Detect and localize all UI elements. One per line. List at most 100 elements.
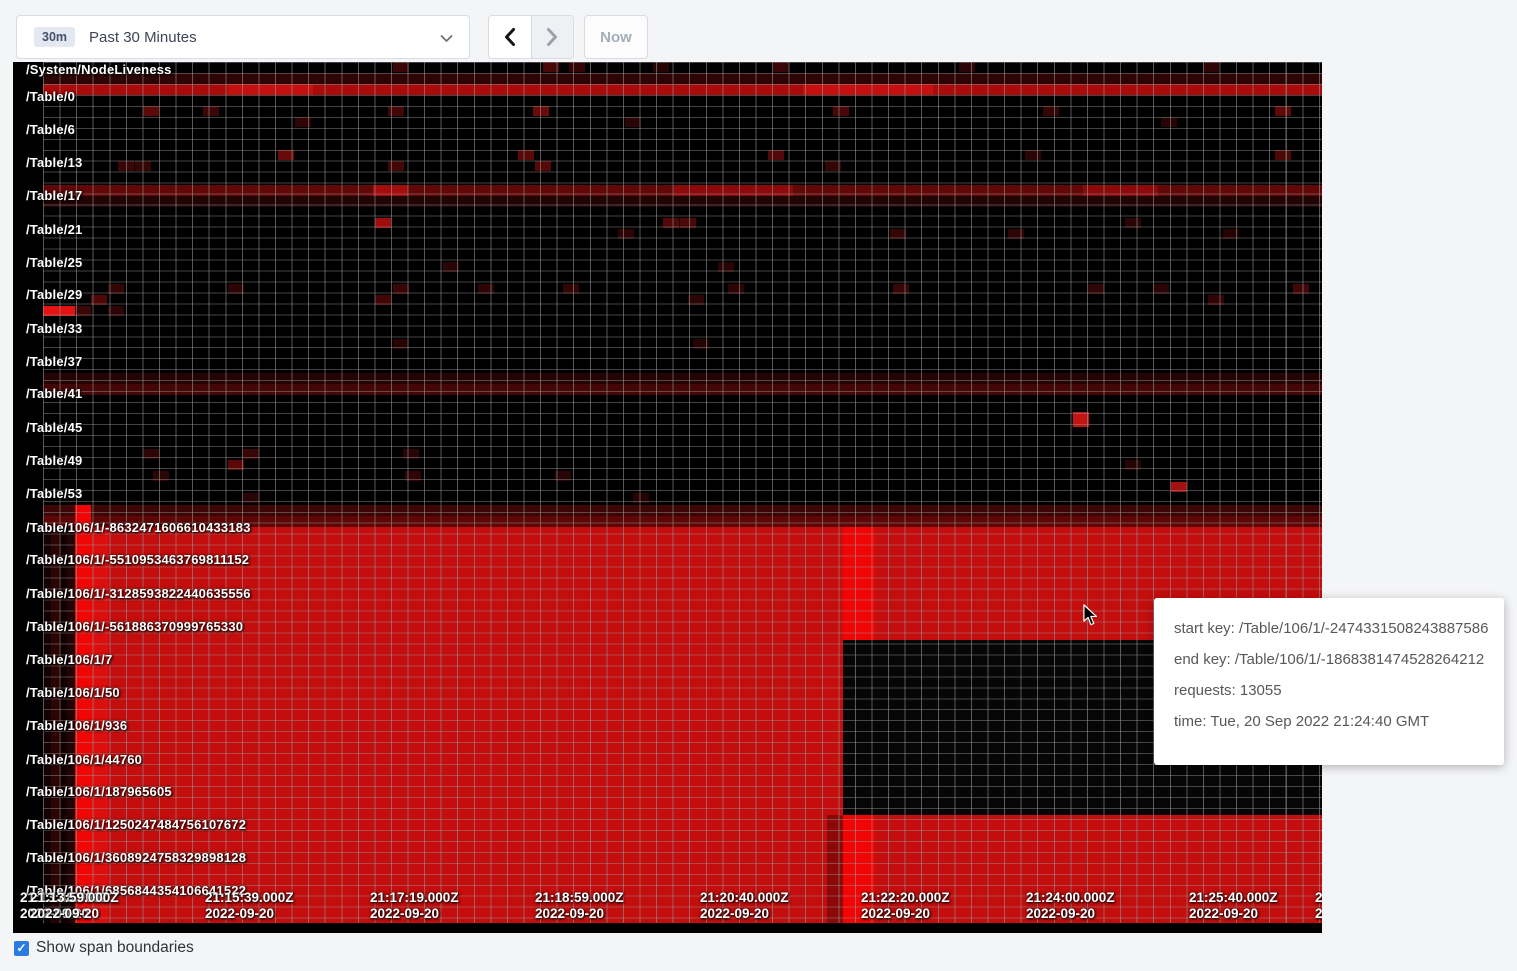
row-label: /Table/17	[26, 188, 82, 203]
heatmap-cell	[555, 471, 571, 481]
show-span-boundaries-label: Show span boundaries	[36, 939, 194, 957]
time-back-button[interactable]	[489, 16, 531, 58]
heatmap-cell	[890, 229, 906, 239]
heatmap-cell	[618, 229, 634, 239]
time-forward-button[interactable]	[531, 16, 573, 58]
row-label: /Table/106/1/936	[26, 718, 127, 733]
heatmap-cell	[108, 306, 124, 316]
time-axis-label: 21:27:20.000Z2022-09-20	[1315, 890, 1322, 922]
heatmap-cell	[143, 449, 159, 459]
heatmap-cell	[543, 62, 559, 72]
heatmap-cell	[153, 471, 169, 481]
heatmap-cell	[203, 106, 219, 116]
heatmap-cell	[569, 62, 585, 72]
heatmap-cell	[728, 284, 744, 294]
row-label: /Table/41	[26, 386, 82, 401]
heatmap-cell	[518, 150, 534, 160]
heatmap-cell	[1171, 482, 1187, 492]
heatmap-cell	[75, 306, 91, 316]
row-label: /Table/106/1/-561886370999765330	[26, 619, 243, 634]
heatmap-cell	[625, 117, 641, 127]
time-range-select[interactable]: 30m Past 30 Minutes	[16, 15, 470, 59]
heatmap-cell	[375, 295, 391, 305]
heatmap-cell	[393, 339, 409, 349]
row-label: /Table/0	[26, 89, 75, 104]
heatmap-cell	[893, 284, 909, 294]
tooltip-line: end key: /Table/106/1/-18683814745282642…	[1174, 651, 1484, 668]
heatmap-cell	[1223, 229, 1239, 239]
row-label: /Table/106/1/50	[26, 685, 120, 700]
row-label: /Table/6	[26, 122, 75, 137]
row-label: /Table/106/1/-8632471606610433183	[26, 520, 251, 535]
heatmap-canvas[interactable]: /System/NodeLiveness/Table/0/Table/6/Tab…	[13, 62, 1322, 933]
row-label: /System/NodeLiveness	[26, 62, 172, 77]
heatmap-cell	[768, 150, 784, 160]
heatmap-cell	[1073, 412, 1089, 427]
heatmap-cell	[59, 306, 75, 316]
show-span-boundaries-checkbox[interactable]	[14, 941, 29, 956]
row-label: /Table/13	[26, 155, 82, 170]
footer-controls: Show span boundaries	[14, 939, 194, 957]
time-range-label: Past 30 Minutes	[89, 29, 197, 46]
heatmap-block	[373, 185, 408, 196]
heatmap-cell	[393, 284, 409, 294]
row-label: /Table/106/1/3608924758329898128	[26, 850, 246, 865]
time-axis-label: 21:17:19.000Z2022-09-20	[370, 890, 459, 922]
key-visualizer-page: 30m Past 30 Minutes Now /System/NodeLive…	[0, 0, 1517, 971]
heatmap-cell	[403, 449, 419, 459]
heatmap-block	[228, 84, 313, 95]
heatmap-cell	[563, 284, 579, 294]
heatmap-cell	[405, 471, 421, 481]
heatmap-cell	[533, 106, 549, 116]
tooltip-line: time: Tue, 20 Sep 2022 21:24:40 GMT	[1174, 713, 1484, 730]
now-button[interactable]: Now	[584, 15, 648, 59]
time-range-badge: 30m	[34, 27, 75, 48]
heatmap-block	[827, 815, 843, 923]
row-label: /Table/53	[26, 486, 82, 501]
heatmap-cell	[1125, 218, 1141, 228]
row-label: /Table/106/1/44760	[26, 752, 142, 767]
heatmap-cell	[1088, 284, 1104, 294]
heatmap-cell	[388, 106, 404, 116]
heatmap-cell	[295, 117, 311, 127]
heatmap-block	[43, 384, 1322, 395]
row-label: /Table/37	[26, 354, 82, 369]
heatmap-cell	[135, 161, 151, 171]
heatmap-cell	[108, 284, 124, 294]
time-axis-label: 21:20:40.000Z2022-09-20	[700, 890, 789, 922]
row-label: /Table/106/1/-5510953463769811152	[26, 552, 249, 567]
heatmap-cell	[773, 62, 789, 72]
heatmap-cell	[243, 449, 259, 459]
heatmap-cell	[1043, 106, 1059, 116]
chevron-down-icon	[440, 34, 453, 43]
heatmap-cell	[1275, 106, 1291, 116]
heatmap-block	[43, 505, 1322, 516]
time-axis-label: 21:13:59.000Z2022-09-20	[30, 890, 119, 922]
hover-tooltip-lines: start key: /Table/106/1/-247433150824388…	[1174, 620, 1484, 730]
heatmap-block	[843, 527, 875, 640]
heatmap-cell	[1008, 229, 1024, 239]
heatmap-cell	[1025, 150, 1041, 160]
heatmap-cell	[680, 218, 696, 228]
heatmap-cell	[653, 62, 669, 72]
row-label: /Table/33	[26, 321, 82, 336]
heatmap-cell	[143, 106, 159, 116]
heatmap-cell	[718, 262, 734, 272]
row-label: /Table/106/1/187965605	[26, 784, 172, 799]
row-label: /Table/25	[26, 255, 82, 270]
heatmap-cell	[278, 150, 294, 160]
heatmap-cell	[393, 62, 409, 72]
time-axis-label: 21:15:39.000Z2022-09-20	[205, 890, 294, 922]
row-label: /Table/49	[26, 453, 82, 468]
tooltip-line: requests: 13055	[1174, 682, 1484, 699]
row-label: /Table/21	[26, 222, 82, 237]
chevron-left-icon	[504, 28, 516, 46]
heatmap-cell	[633, 493, 649, 503]
heatmap-cell	[1293, 284, 1309, 294]
time-axis-label: 21:18:59.000Z2022-09-20	[535, 890, 624, 922]
heatmap-block	[1083, 185, 1158, 196]
tooltip-line: start key: /Table/106/1/-247433150824388…	[1174, 620, 1484, 637]
heatmap-cell	[1161, 117, 1177, 127]
heatmap-block	[43, 73, 1322, 84]
heatmap-cell	[833, 106, 849, 116]
